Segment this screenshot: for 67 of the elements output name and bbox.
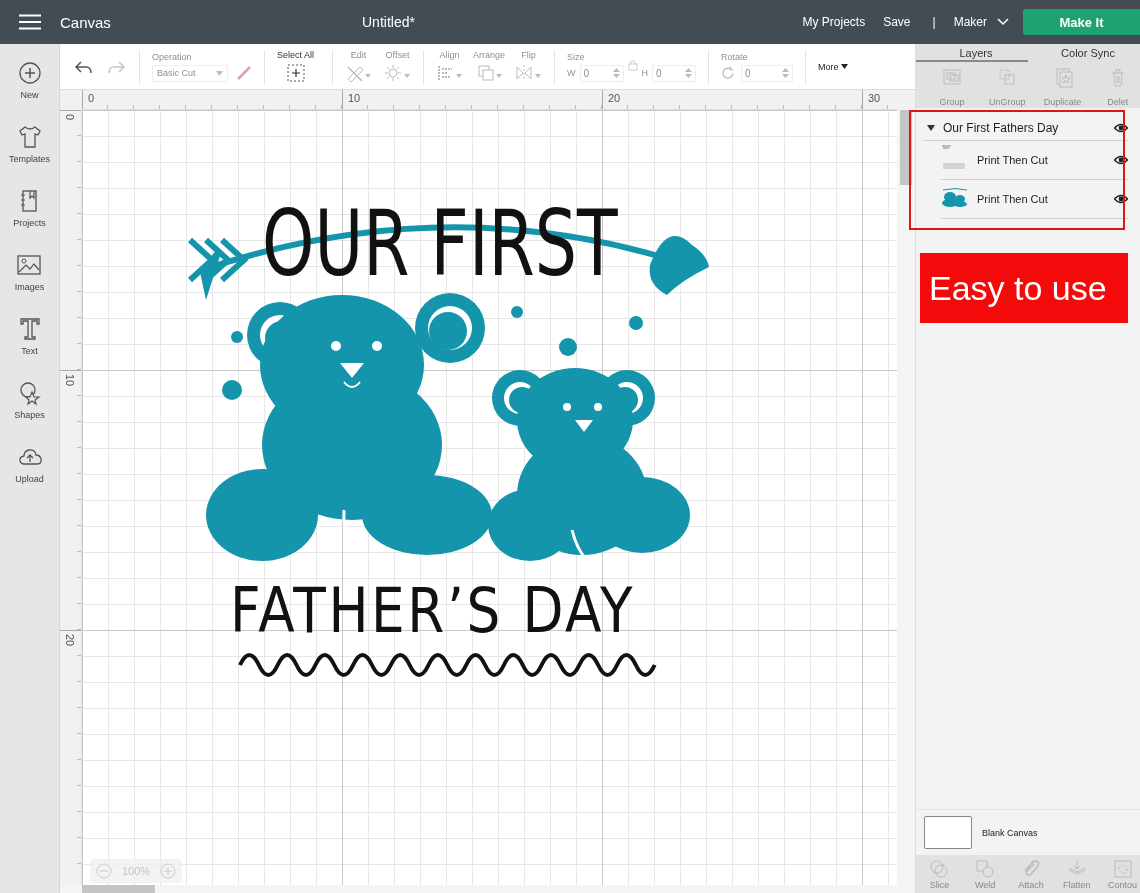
ruler-label: 30 <box>868 92 881 104</box>
rotate-label: Rotate <box>721 51 749 62</box>
slice-icon[interactable] <box>928 858 951 880</box>
eye-icon[interactable] <box>1114 194 1128 204</box>
canvas-label: Blank Canvas <box>982 827 1038 838</box>
app-title: Canvas <box>60 13 112 31</box>
ruler-label: 0 <box>88 92 95 104</box>
panel-tab[interactable]: Color Sync <box>1028 44 1140 62</box>
sidebar-item[interactable]: Upload <box>15 474 44 484</box>
tool-label: Arrange <box>473 50 506 60</box>
bears-thumbnail <box>941 187 969 207</box>
arrange-icon[interactable] <box>475 63 503 83</box>
caret-down-icon[interactable] <box>840 64 848 69</box>
dots-drawing[interactable] <box>222 306 643 400</box>
plus-circle-icon[interactable] <box>16 60 43 86</box>
spinner-arrows-icon[interactable] <box>782 67 790 79</box>
tool-label: Select All <box>277 50 315 60</box>
weld-icon[interactable] <box>974 858 997 880</box>
scrollbar-thumb[interactable] <box>82 885 155 893</box>
layer-group-name[interactable]: Our First Fathers Day <box>943 121 1114 135</box>
ruler-label: 20 <box>608 92 621 104</box>
ruler-label: 20 <box>64 634 76 648</box>
canvas-swatch[interactable] <box>924 816 972 849</box>
tool-label: Edit <box>350 50 367 60</box>
header-link[interactable]: Save <box>883 15 911 29</box>
sidebar-item[interactable]: Projects <box>13 218 46 228</box>
separator-text: | <box>932 15 936 29</box>
spinner-arrows-icon[interactable] <box>612 67 620 79</box>
header-link[interactable]: My Projects <box>802 15 866 29</box>
contour-icon[interactable] <box>1111 858 1134 880</box>
offset-sun-icon[interactable] <box>384 63 412 83</box>
lock-icon[interactable] <box>627 59 638 71</box>
sidebar-item[interactable]: Text <box>21 346 38 356</box>
tool-label: Flip <box>521 50 536 60</box>
sidebar-item[interactable]: Templates <box>9 154 50 164</box>
document-title: Untitled* <box>361 14 416 30</box>
tool-label: Align <box>439 50 460 60</box>
sidebar-item[interactable]: Shapes <box>14 410 45 420</box>
menu-icon[interactable] <box>19 14 41 30</box>
caret-down-icon[interactable] <box>927 125 935 131</box>
operation-label: Operation <box>152 51 193 62</box>
promo-banner: Easy to use <box>920 253 1128 323</box>
ruler-label: 10 <box>348 92 361 104</box>
edit-pen-icon[interactable] <box>345 63 373 83</box>
image-icon[interactable] <box>16 252 43 278</box>
ruler-label: 0 <box>64 114 76 123</box>
align-icon[interactable] <box>436 63 464 83</box>
design-subtitle-text[interactable]: FATHER’S DAY <box>230 574 636 647</box>
field-label: H <box>641 68 649 78</box>
spinner-arrows-icon[interactable] <box>685 67 693 79</box>
field-label: W <box>567 68 576 78</box>
chevron-down-icon[interactable] <box>997 18 1009 26</box>
machine-selector[interactable]: Maker <box>953 15 987 29</box>
size-label: Size <box>567 51 586 62</box>
rotate-icon[interactable] <box>721 66 736 80</box>
wavy-line[interactable] <box>238 653 657 677</box>
layer-name[interactable]: Print Then Cut <box>977 154 1114 166</box>
pen-color-icon[interactable] <box>236 65 252 81</box>
eye-icon[interactable] <box>1114 155 1128 165</box>
select-all-icon[interactable] <box>285 63 306 83</box>
sidebar-item[interactable]: Images <box>14 282 45 292</box>
layer-name[interactable]: Print Then Cut <box>977 193 1114 205</box>
sidebar-item[interactable]: New <box>20 90 39 100</box>
tool-label: Offset <box>385 50 410 60</box>
eye-icon[interactable] <box>1114 123 1128 133</box>
ruler-label: 10 <box>64 374 76 388</box>
more-menu[interactable]: More <box>818 61 848 72</box>
